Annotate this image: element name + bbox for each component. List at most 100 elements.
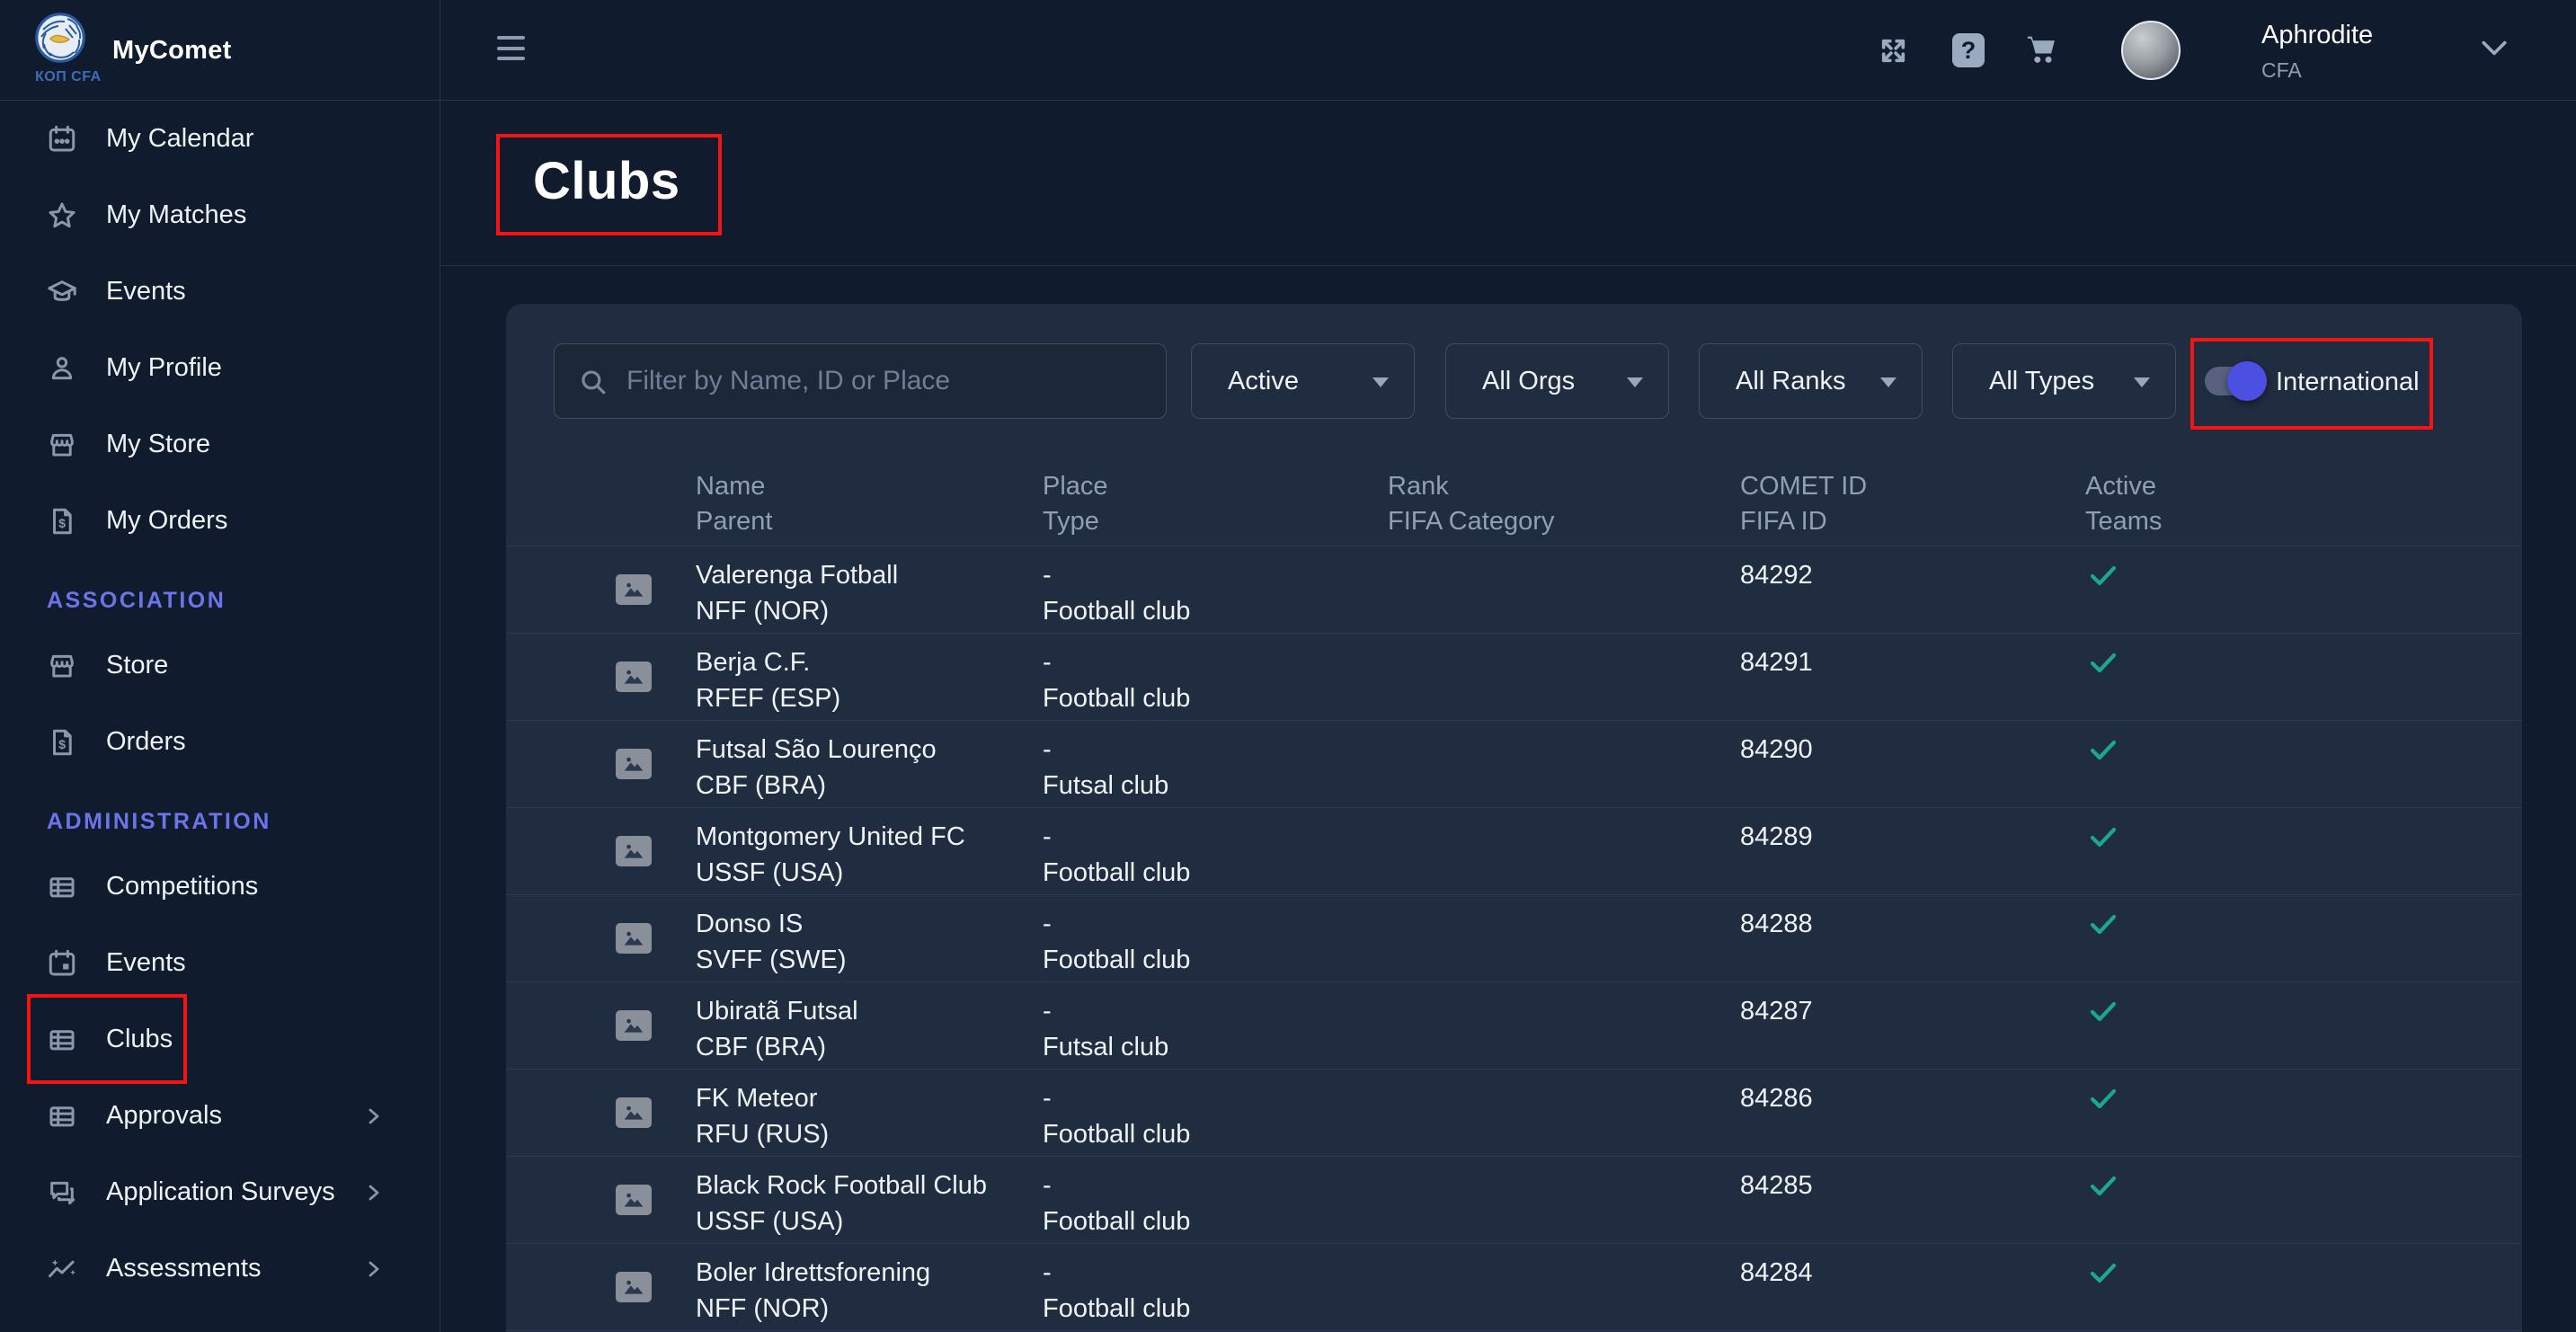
club-place: - [1043,735,1052,765]
rank-dropdown[interactable]: All Ranks [1699,343,1923,419]
table-icon [47,872,77,902]
club-type: Football club [1043,946,1190,975]
club-parent: RFU (RUS) [696,1120,829,1150]
sidebar-item-label: Clubs [106,1025,173,1054]
club-place: - [1043,648,1052,678]
search-field[interactable] [554,343,1167,419]
storefront-icon [47,651,77,681]
sidebar-item-orders[interactable]: $ Orders [0,704,440,780]
svg-text:$: $ [58,738,66,752]
active-check-icon [2090,1175,2117,1202]
table-row[interactable]: Futsal São Lourenço CBF (BRA) - Futsal c… [506,721,2522,808]
chevron-right-icon [364,1106,384,1132]
active-check-icon [2090,1262,2117,1289]
caret-down-icon [2134,377,2150,387]
sidebar-item-approvals[interactable]: Approvals [0,1078,440,1154]
club-comet-id: 84285 [1740,1171,1813,1201]
table-row[interactable]: FK Meteor RFU (RUS) - Football club 8428… [506,1070,2522,1157]
sidebar-item-label: Approvals [106,1101,222,1131]
club-logo-placeholder-icon [616,923,652,954]
active-check-icon [2090,913,2117,940]
search-input[interactable] [626,344,1157,418]
sidebar-item-events[interactable]: Events [0,253,440,330]
international-toggle[interactable] [2205,367,2262,395]
sidebar-item-my-store[interactable]: My Store [0,406,440,483]
help-icon[interactable]: ? [1952,33,1985,67]
sidebar-item-label: Orders [106,727,186,757]
table-row[interactable]: Valerenga Fotball NFF (NOR) - Football c… [506,546,2522,634]
sidebar-item-my-calendar[interactable]: My Calendar [0,101,440,177]
club-logo-placeholder-icon [616,1185,652,1215]
table-row[interactable]: Donso IS SVFF (SWE) - Football club 8428… [506,895,2522,982]
org-dropdown[interactable]: All Orgs [1445,343,1669,419]
club-type: Futsal club [1043,1033,1168,1062]
sidebar-item-label: My Orders [106,506,227,536]
user-avatar[interactable] [2121,21,2181,80]
title-bar: Clubs [441,102,2576,266]
active-check-icon [2090,739,2117,766]
club-parent: USSF (USA) [696,1207,843,1237]
fullscreen-icon[interactable] [1877,34,1910,70]
table-row[interactable]: Montgomery United FC USSF (USA) - Footba… [506,808,2522,895]
sidebar-item-label: My Store [106,430,210,459]
club-parent: NFF (NOR) [696,1294,829,1324]
active-check-icon [2090,652,2117,679]
col-header-active: ActiveTeams [2085,469,2162,539]
sidebar-item-my-orders[interactable]: $ My Orders [0,483,440,559]
type-dropdown-value: All Types [1989,367,2094,396]
brand-name: MyComet [112,36,232,66]
person-icon [47,353,77,384]
invoice-icon: $ [47,727,77,758]
club-name: Montgomery United FC [696,822,965,852]
club-comet-id: 84286 [1740,1084,1813,1114]
club-comet-id: 84284 [1740,1258,1813,1288]
sidebar-item-my-matches[interactable]: My Matches [0,177,440,253]
cart-icon[interactable] [2022,31,2060,72]
table-row[interactable]: Berja C.F. RFEF (ESP) - Football club 84… [506,634,2522,721]
sidebar-item-events-admin[interactable]: Events [0,925,440,1001]
table-row[interactable]: Ubiratã Futsal CBF (BRA) - Futsal club 8… [506,982,2522,1070]
sidebar: My Calendar My Matches Events [0,0,440,1332]
chevron-right-icon [364,1258,384,1284]
club-logo-placeholder-icon [616,749,652,779]
sidebar-item-application-surveys[interactable]: Application Surveys [0,1154,440,1230]
sidebar-item-clubs[interactable]: Clubs [0,1001,440,1078]
international-toggle-label: International [2276,368,2420,397]
club-place: - [1043,1084,1052,1114]
type-dropdown[interactable]: All Types [1952,343,2176,419]
club-logo-placeholder-icon [616,1097,652,1128]
sidebar-section-association: ASSOCIATION [0,573,440,627]
hamburger-menu-icon[interactable] [497,36,525,60]
graduation-cap-icon [47,277,77,307]
chevron-down-icon[interactable] [2481,40,2508,60]
org-dropdown-value: All Orgs [1482,367,1575,396]
sidebar-item-store[interactable]: Store [0,627,440,704]
search-icon [578,367,608,397]
chevron-right-icon [364,1182,384,1208]
table-row[interactable]: Boler Idrettsforening NFF (NOR) - Footba… [506,1244,2522,1331]
sidebar-item-label: Competitions [106,872,258,901]
sidebar-item-assessments[interactable]: Assessments [0,1230,440,1307]
svg-text:$: $ [58,517,66,531]
club-parent: SVFF (SWE) [696,946,847,975]
sidebar-section-administration: ADMINISTRATION [0,795,440,848]
brand[interactable]: КОП CFA MyComet [35,13,232,85]
calendar-event-icon [47,948,77,979]
active-check-icon [2090,564,2117,591]
status-dropdown[interactable]: Active [1191,343,1415,419]
table-row[interactable]: Black Rock Football Club USSF (USA) - Fo… [506,1157,2522,1244]
table-icon [47,1101,77,1132]
trend-sparkle-icon [47,1254,77,1284]
club-parent: NFF (NOR) [696,597,829,626]
sidebar-item-competitions[interactable]: Competitions [0,848,440,925]
user-org: CFA [2261,60,2373,81]
sidebar-item-my-profile[interactable]: My Profile [0,330,440,406]
club-logo-placeholder-icon [616,1272,652,1302]
col-header-name: NameParent [696,469,772,539]
sidebar-item-label: Events [106,277,186,306]
club-name: Berja C.F. [696,648,810,678]
club-place: - [1043,997,1052,1026]
user-block[interactable]: Aphrodite CFA [2261,22,2373,81]
club-name: Ubiratã Futsal [696,997,858,1026]
caret-down-icon [1372,377,1389,387]
